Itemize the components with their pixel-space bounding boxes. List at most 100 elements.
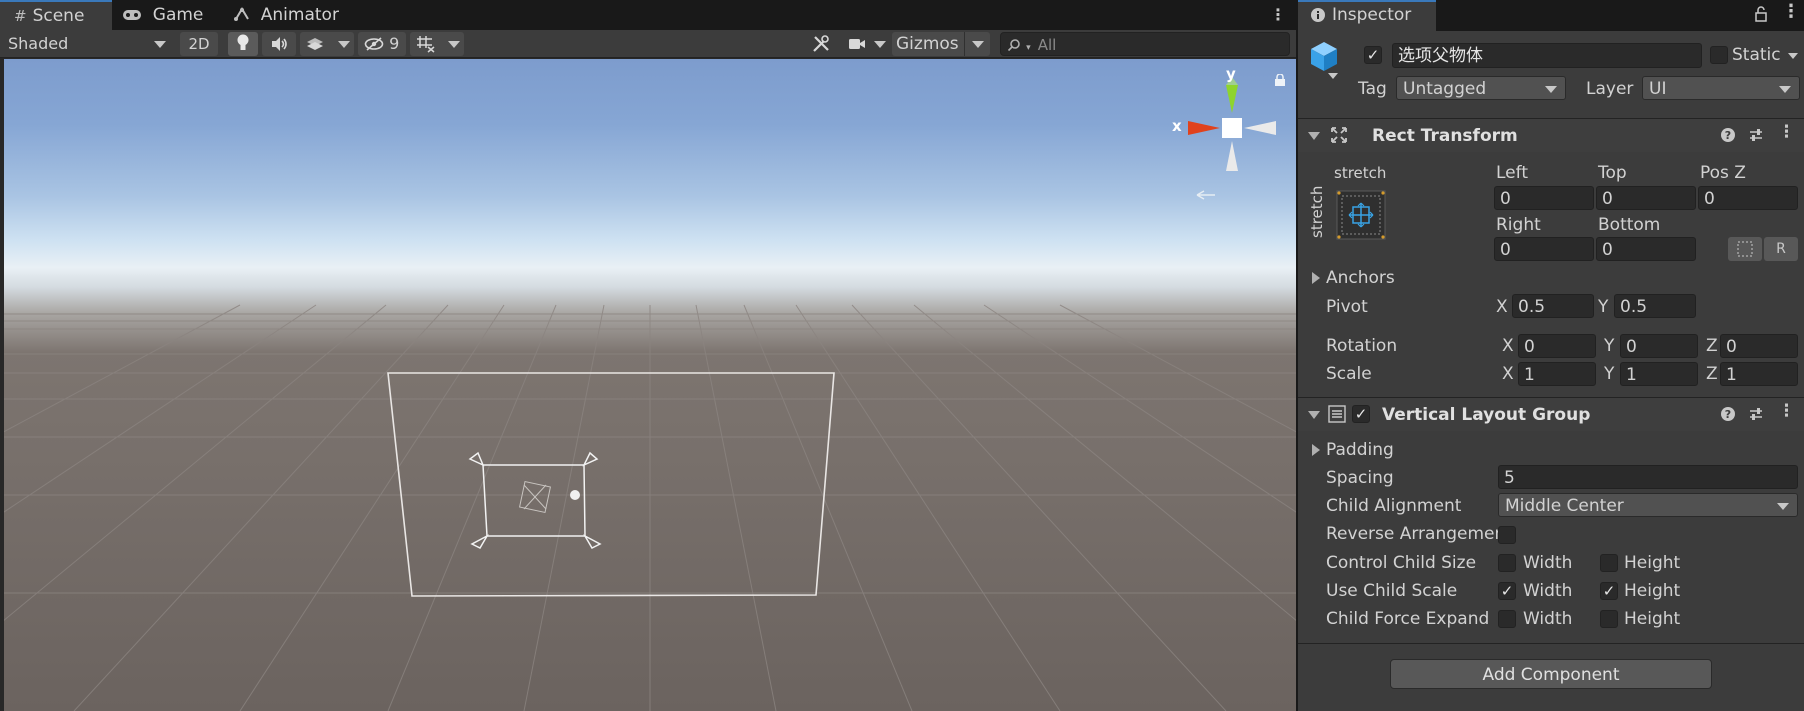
effects-icon	[306, 34, 324, 53]
gameobject-name-field[interactable]: 选项父物体	[1392, 43, 1702, 68]
inspector-menu-icon[interactable]: ⋮	[1782, 1, 1800, 22]
layout-group-icon	[1328, 405, 1346, 427]
scene-grid	[4, 304, 1296, 711]
chevron-down-icon[interactable]	[1328, 73, 1338, 79]
static-checkbox[interactable]	[1710, 46, 1728, 64]
scale-z-field[interactable]: 1	[1720, 362, 1798, 386]
child-force-expand-width-checkbox[interactable]	[1498, 610, 1516, 628]
rotation-z-field[interactable]: 0	[1720, 334, 1798, 358]
eye-hidden-icon	[364, 34, 389, 53]
control-child-size-width-checkbox[interactable]	[1498, 554, 1516, 572]
chevron-down-icon	[448, 41, 460, 48]
pivot-y-field[interactable]: 0.5	[1614, 294, 1696, 318]
posz-field[interactable]: 0	[1698, 186, 1798, 210]
tools-icon[interactable]	[806, 32, 836, 56]
pivot-x-field[interactable]: 0.5	[1512, 294, 1594, 318]
vertical-layout-group-header[interactable]: ✓ Vertical Layout Group ? ⋮	[1298, 397, 1804, 431]
perspective-arrow-icon[interactable]	[1196, 185, 1216, 204]
top-field[interactable]: 0	[1596, 186, 1696, 210]
checkmark-icon: ✓	[1366, 46, 1380, 64]
hidden-objects-toggle[interactable]: 9	[358, 32, 406, 56]
foldout-arrow-icon[interactable]	[1312, 272, 1320, 284]
reverse-arrangement-checkbox[interactable]	[1498, 526, 1516, 544]
use-child-scale-height-checkbox[interactable]: ✓	[1600, 582, 1618, 600]
use-child-scale-label: Use Child Scale	[1326, 581, 1458, 601]
blueprint-icon	[1737, 241, 1753, 257]
tab-animator[interactable]: Animator	[234, 0, 344, 30]
anchors-label[interactable]: Anchors	[1326, 268, 1395, 288]
audio-toggle-icon[interactable]	[262, 32, 296, 56]
axis-gizmo[interactable]: y x	[1164, 65, 1294, 200]
effects-dropdown[interactable]	[300, 32, 354, 56]
use-child-scale-width-checkbox[interactable]: ✓	[1498, 582, 1516, 600]
chevron-down-icon	[338, 41, 350, 48]
scale-x-field[interactable]: 1	[1518, 362, 1596, 386]
anchor-preset-side-label: stretch	[1308, 185, 1326, 238]
left-label: Left	[1496, 163, 1528, 183]
lighting-toggle-icon[interactable]	[228, 32, 258, 56]
rect-transform-title: Rect Transform	[1372, 126, 1518, 146]
shading-mode-dropdown[interactable]: Shaded	[4, 32, 172, 56]
chevron-down-icon	[154, 41, 166, 48]
vlg-enabled-checkbox[interactable]: ✓	[1352, 405, 1370, 423]
tab-scene[interactable]: # Scene	[0, 0, 112, 30]
layer-dropdown[interactable]: UI	[1642, 76, 1800, 100]
grid-icon: #	[14, 7, 27, 25]
rotation-label: Rotation	[1326, 336, 1398, 356]
foldout-arrow-icon[interactable]	[1308, 411, 1320, 419]
inspector-tab-bar: Inspector ⋮	[1298, 0, 1804, 31]
scene-window: # Scene Game Animator ⋮ Shaded 2D 9 Gizm…	[0, 0, 1296, 711]
chevron-down-icon	[1779, 86, 1791, 93]
gizmos-dropdown[interactable]: Gizmos	[892, 32, 990, 56]
lock-icon[interactable]	[1754, 6, 1768, 26]
padding-label[interactable]: Padding	[1326, 440, 1394, 460]
chevron-down-icon[interactable]	[1788, 53, 1798, 59]
grid-snapping-dropdown[interactable]	[410, 32, 464, 56]
left-field[interactable]: 0	[1494, 186, 1594, 210]
anchor-preset-button[interactable]	[1336, 190, 1386, 240]
scale-y-field[interactable]: 1	[1620, 362, 1698, 386]
checkmark-icon: ✓	[1500, 582, 1514, 600]
child-alignment-label: Child Alignment	[1326, 496, 1462, 516]
tag-dropdown[interactable]: Untagged	[1396, 76, 1566, 100]
bottom-label: Bottom	[1598, 215, 1661, 235]
control-child-size-label: Control Child Size	[1326, 553, 1477, 573]
spacing-field[interactable]: 5	[1498, 465, 1798, 489]
tab-inspector[interactable]: Inspector	[1298, 0, 1436, 31]
scene-viewport[interactable]: y x	[4, 59, 1296, 711]
camera-dropdown[interactable]	[844, 32, 888, 56]
canvas-outline	[387, 372, 835, 597]
active-checkbox[interactable]: ✓	[1364, 46, 1382, 64]
rect-transform-icon	[1330, 126, 1348, 148]
lock-icon[interactable]	[1274, 71, 1286, 90]
help-icon[interactable]: ?	[1720, 127, 1736, 147]
tab-game[interactable]: Game	[122, 0, 212, 30]
preset-icon[interactable]	[1748, 127, 1764, 147]
rotation-y-field[interactable]: 0	[1620, 334, 1698, 358]
child-force-expand-height-checkbox[interactable]	[1600, 610, 1618, 628]
reverse-arrangement-label: Reverse Arrangemen	[1326, 524, 1506, 544]
selected-rect-handles	[468, 451, 602, 549]
scene-search-input[interactable]: ▾ All	[1000, 32, 1290, 56]
add-component-button[interactable]: Add Component	[1390, 659, 1712, 689]
component-menu-icon[interactable]: ⋮	[1778, 401, 1795, 421]
anchor-preset-top-label: stretch	[1334, 164, 1387, 182]
foldout-arrow-icon[interactable]	[1308, 132, 1320, 140]
info-icon	[1310, 7, 1326, 27]
bottom-field[interactable]: 0	[1596, 237, 1696, 261]
control-child-size-height-checkbox[interactable]	[1600, 554, 1618, 572]
toggle-2d-button[interactable]: 2D	[180, 32, 218, 56]
checkmark-icon: ✓	[1354, 405, 1368, 423]
svg-text:?: ?	[1725, 408, 1731, 421]
component-menu-icon[interactable]: ⋮	[1778, 122, 1795, 142]
blueprint-mode-button[interactable]	[1728, 237, 1762, 261]
rotation-x-field[interactable]: 0	[1518, 334, 1596, 358]
child-alignment-dropdown[interactable]: Middle Center	[1498, 493, 1798, 517]
right-field[interactable]: 0	[1494, 237, 1594, 261]
help-icon[interactable]: ?	[1720, 406, 1736, 426]
foldout-arrow-icon[interactable]	[1312, 444, 1320, 456]
rect-transform-header[interactable]: Rect Transform ? ⋮	[1298, 118, 1804, 152]
scene-menu-icon[interactable]: ⋮	[1270, 0, 1286, 30]
preset-icon[interactable]	[1748, 406, 1764, 426]
raw-edit-button[interactable]: R	[1764, 237, 1798, 261]
